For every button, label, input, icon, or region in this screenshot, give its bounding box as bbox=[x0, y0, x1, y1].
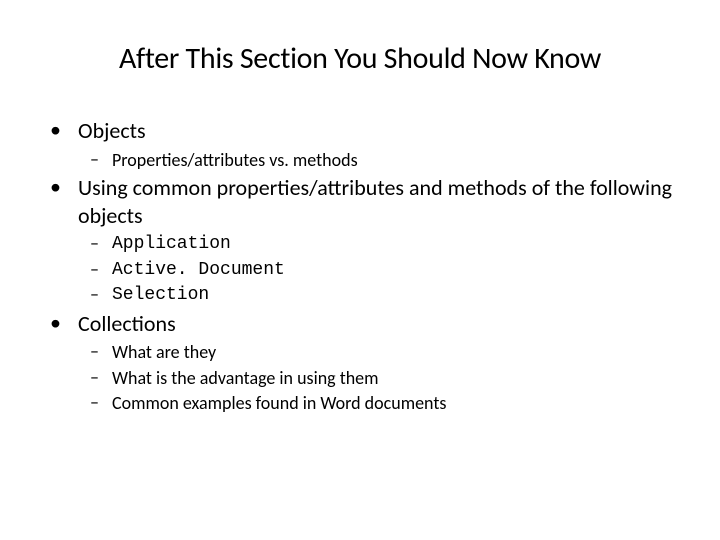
bullet-marker: – bbox=[90, 259, 112, 281]
bullet-marker: – bbox=[90, 149, 112, 171]
bullet-text: Using common properties/attributes and m… bbox=[78, 174, 675, 229]
sub-bullet: – What are they bbox=[45, 341, 675, 364]
bullet-text: Application bbox=[112, 233, 231, 256]
sub-bullet: – Properties/attributes vs. methods bbox=[45, 149, 675, 172]
sub-bullet: – What is the advantage in using them bbox=[45, 367, 675, 390]
bullet-text: Collections bbox=[78, 310, 176, 338]
bullet-marker: • bbox=[50, 117, 78, 143]
bullet-text: Selection bbox=[112, 284, 209, 307]
bullet-collections: • Collections bbox=[45, 310, 675, 338]
bullet-text: Common examples found in Word documents bbox=[112, 392, 446, 415]
bullet-text: What are they bbox=[112, 341, 216, 364]
sub-bullet: – Active. Document bbox=[45, 259, 675, 282]
bullet-marker: – bbox=[90, 392, 112, 414]
bullet-marker: – bbox=[90, 233, 112, 255]
sub-bullet: – Common examples found in Word document… bbox=[45, 392, 675, 415]
sub-bullet: – Selection bbox=[45, 284, 675, 307]
bullet-text: Properties/attributes vs. methods bbox=[112, 149, 358, 172]
bullet-text: Active. Document bbox=[112, 259, 285, 282]
bullet-marker: – bbox=[90, 284, 112, 306]
bullet-objects: • Objects bbox=[45, 117, 675, 145]
bullet-text: Objects bbox=[78, 117, 146, 145]
sub-bullet: – Application bbox=[45, 233, 675, 256]
slide-title: After This Section You Should Now Know bbox=[45, 40, 675, 77]
bullet-text: What is the advantage in using them bbox=[112, 367, 379, 390]
bullet-marker: – bbox=[90, 341, 112, 363]
bullet-marker: • bbox=[50, 310, 78, 336]
bullet-marker: • bbox=[50, 174, 78, 200]
bullet-using-common: • Using common properties/attributes and… bbox=[45, 174, 675, 229]
bullet-marker: – bbox=[90, 367, 112, 389]
